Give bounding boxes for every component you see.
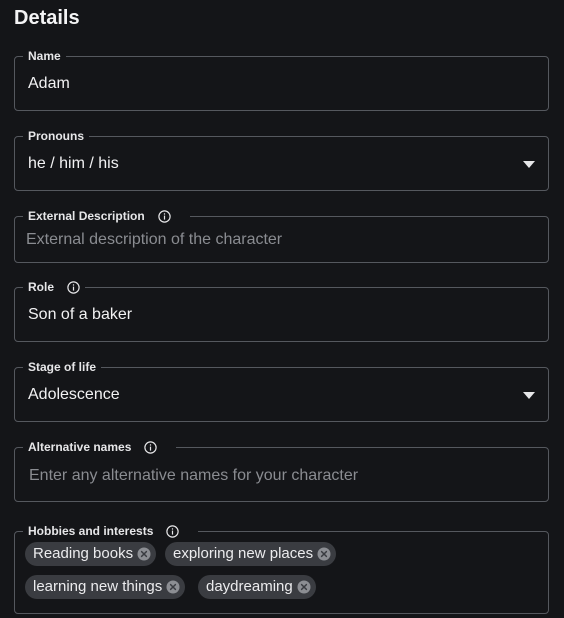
external-description-field[interactable]: External Description External descriptio… — [14, 209, 549, 263]
info-icon[interactable] — [158, 210, 171, 223]
name-label-wrap: Name — [23, 49, 66, 64]
stage-of-life-label: Stage of life — [28, 360, 97, 374]
hobbies-field[interactable]: Hobbies and interests Reading books expl… — [14, 524, 549, 614]
info-icon[interactable] — [67, 281, 80, 294]
caret-down-icon[interactable] — [523, 392, 535, 399]
pronouns-label-wrap: Pronouns — [23, 129, 89, 144]
stage-of-life-select[interactable]: Stage of life Adolescence — [14, 360, 549, 422]
section-title: Details — [14, 7, 80, 29]
role-label-wrap: Role — [23, 280, 86, 295]
info-icon[interactable] — [166, 525, 180, 538]
name-label: Name — [28, 49, 61, 63]
name-field[interactable]: Name Adam — [14, 49, 549, 111]
hobby-chip[interactable]: learning new things — [25, 575, 186, 599]
hobby-chip-label: exploring new places — [173, 545, 314, 562]
remove-chip-icon[interactable] — [317, 547, 331, 561]
hobby-chip[interactable]: daydreaming — [198, 575, 316, 599]
role-field[interactable]: Role Son of a baker — [14, 280, 549, 342]
name-value[interactable]: Adam — [28, 74, 70, 94]
hobby-chip[interactable]: exploring new places — [165, 542, 337, 566]
external-description-placeholder: External description of the character — [26, 231, 283, 248]
alternative-names-placeholder: Enter any alternative names for your cha… — [29, 467, 359, 484]
alternative-names-label-wrap: Alternative names — [23, 440, 177, 455]
hobbies-label: Hobbies and interests — [28, 524, 154, 538]
hobby-chip[interactable]: Reading books — [25, 542, 157, 566]
role-value[interactable]: Son of a baker — [28, 305, 132, 325]
remove-chip-icon[interactable] — [297, 580, 311, 594]
stage-of-life-value: Adolescence — [28, 386, 120, 403]
hobby-chip-label: daydreaming — [206, 578, 293, 595]
remove-chip-icon[interactable] — [137, 547, 151, 561]
hobbies-label-wrap: Hobbies and interests — [23, 524, 199, 539]
hobby-chip-label: Reading books — [33, 545, 134, 562]
external-description-label-wrap: External Description — [23, 209, 190, 224]
pronouns-label: Pronouns — [28, 129, 84, 143]
pronouns-value: he / him / his — [28, 155, 119, 172]
external-description-label: External Description — [28, 209, 145, 223]
alternative-names-label: Alternative names — [28, 440, 132, 454]
info-icon[interactable] — [144, 441, 158, 454]
role-label: Role — [28, 280, 55, 294]
alternative-names-field[interactable]: Alternative names Enter any alternative … — [14, 440, 549, 502]
hobby-chip-label: learning new things — [33, 578, 163, 595]
stage-of-life-label-wrap: Stage of life — [23, 360, 102, 375]
caret-down-icon[interactable] — [523, 161, 535, 168]
pronouns-select[interactable]: Pronouns he / him / his — [14, 129, 549, 191]
remove-chip-icon[interactable] — [166, 580, 180, 594]
